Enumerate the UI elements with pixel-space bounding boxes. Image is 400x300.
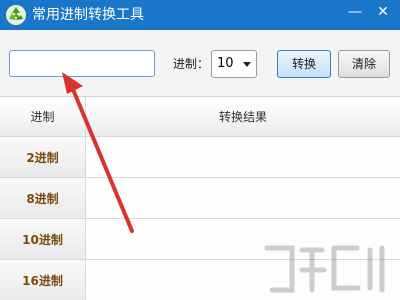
download-watermark-logo [264,245,385,293]
column-header-base[interactable]: 进制 [0,97,86,136]
title-bar: 常用进制转换工具 — ✕ [0,0,400,30]
clear-button[interactable]: 清除 [338,50,390,78]
row-header-base-16: 16进制 [0,260,86,300]
base-label: 进制： [173,57,210,71]
base-select-value: 10 [217,56,234,71]
result-cell-base-2[interactable] [86,137,400,177]
close-button[interactable]: ✕ [370,1,396,23]
window-title: 常用进制转换工具 [32,7,144,23]
result-cell-base-8[interactable] [86,178,400,218]
app-recycle-icon [6,5,26,25]
row-header-base-2: 2进制 [0,137,86,177]
convert-button[interactable]: 转换 [277,50,331,78]
table-row: 8进制 [0,178,400,219]
table-row: 2进制 [0,137,400,178]
minimize-button[interactable]: — [342,1,368,23]
row-header-base-8: 8进制 [0,178,86,218]
caret-down-icon [243,62,251,67]
row-header-base-10: 10进制 [0,219,86,259]
base-select[interactable]: 10 [211,50,257,78]
column-header-result[interactable]: 转换结果 [86,97,400,136]
table-header-row: 进制 转换结果 [0,97,400,137]
number-input[interactable] [9,50,155,77]
